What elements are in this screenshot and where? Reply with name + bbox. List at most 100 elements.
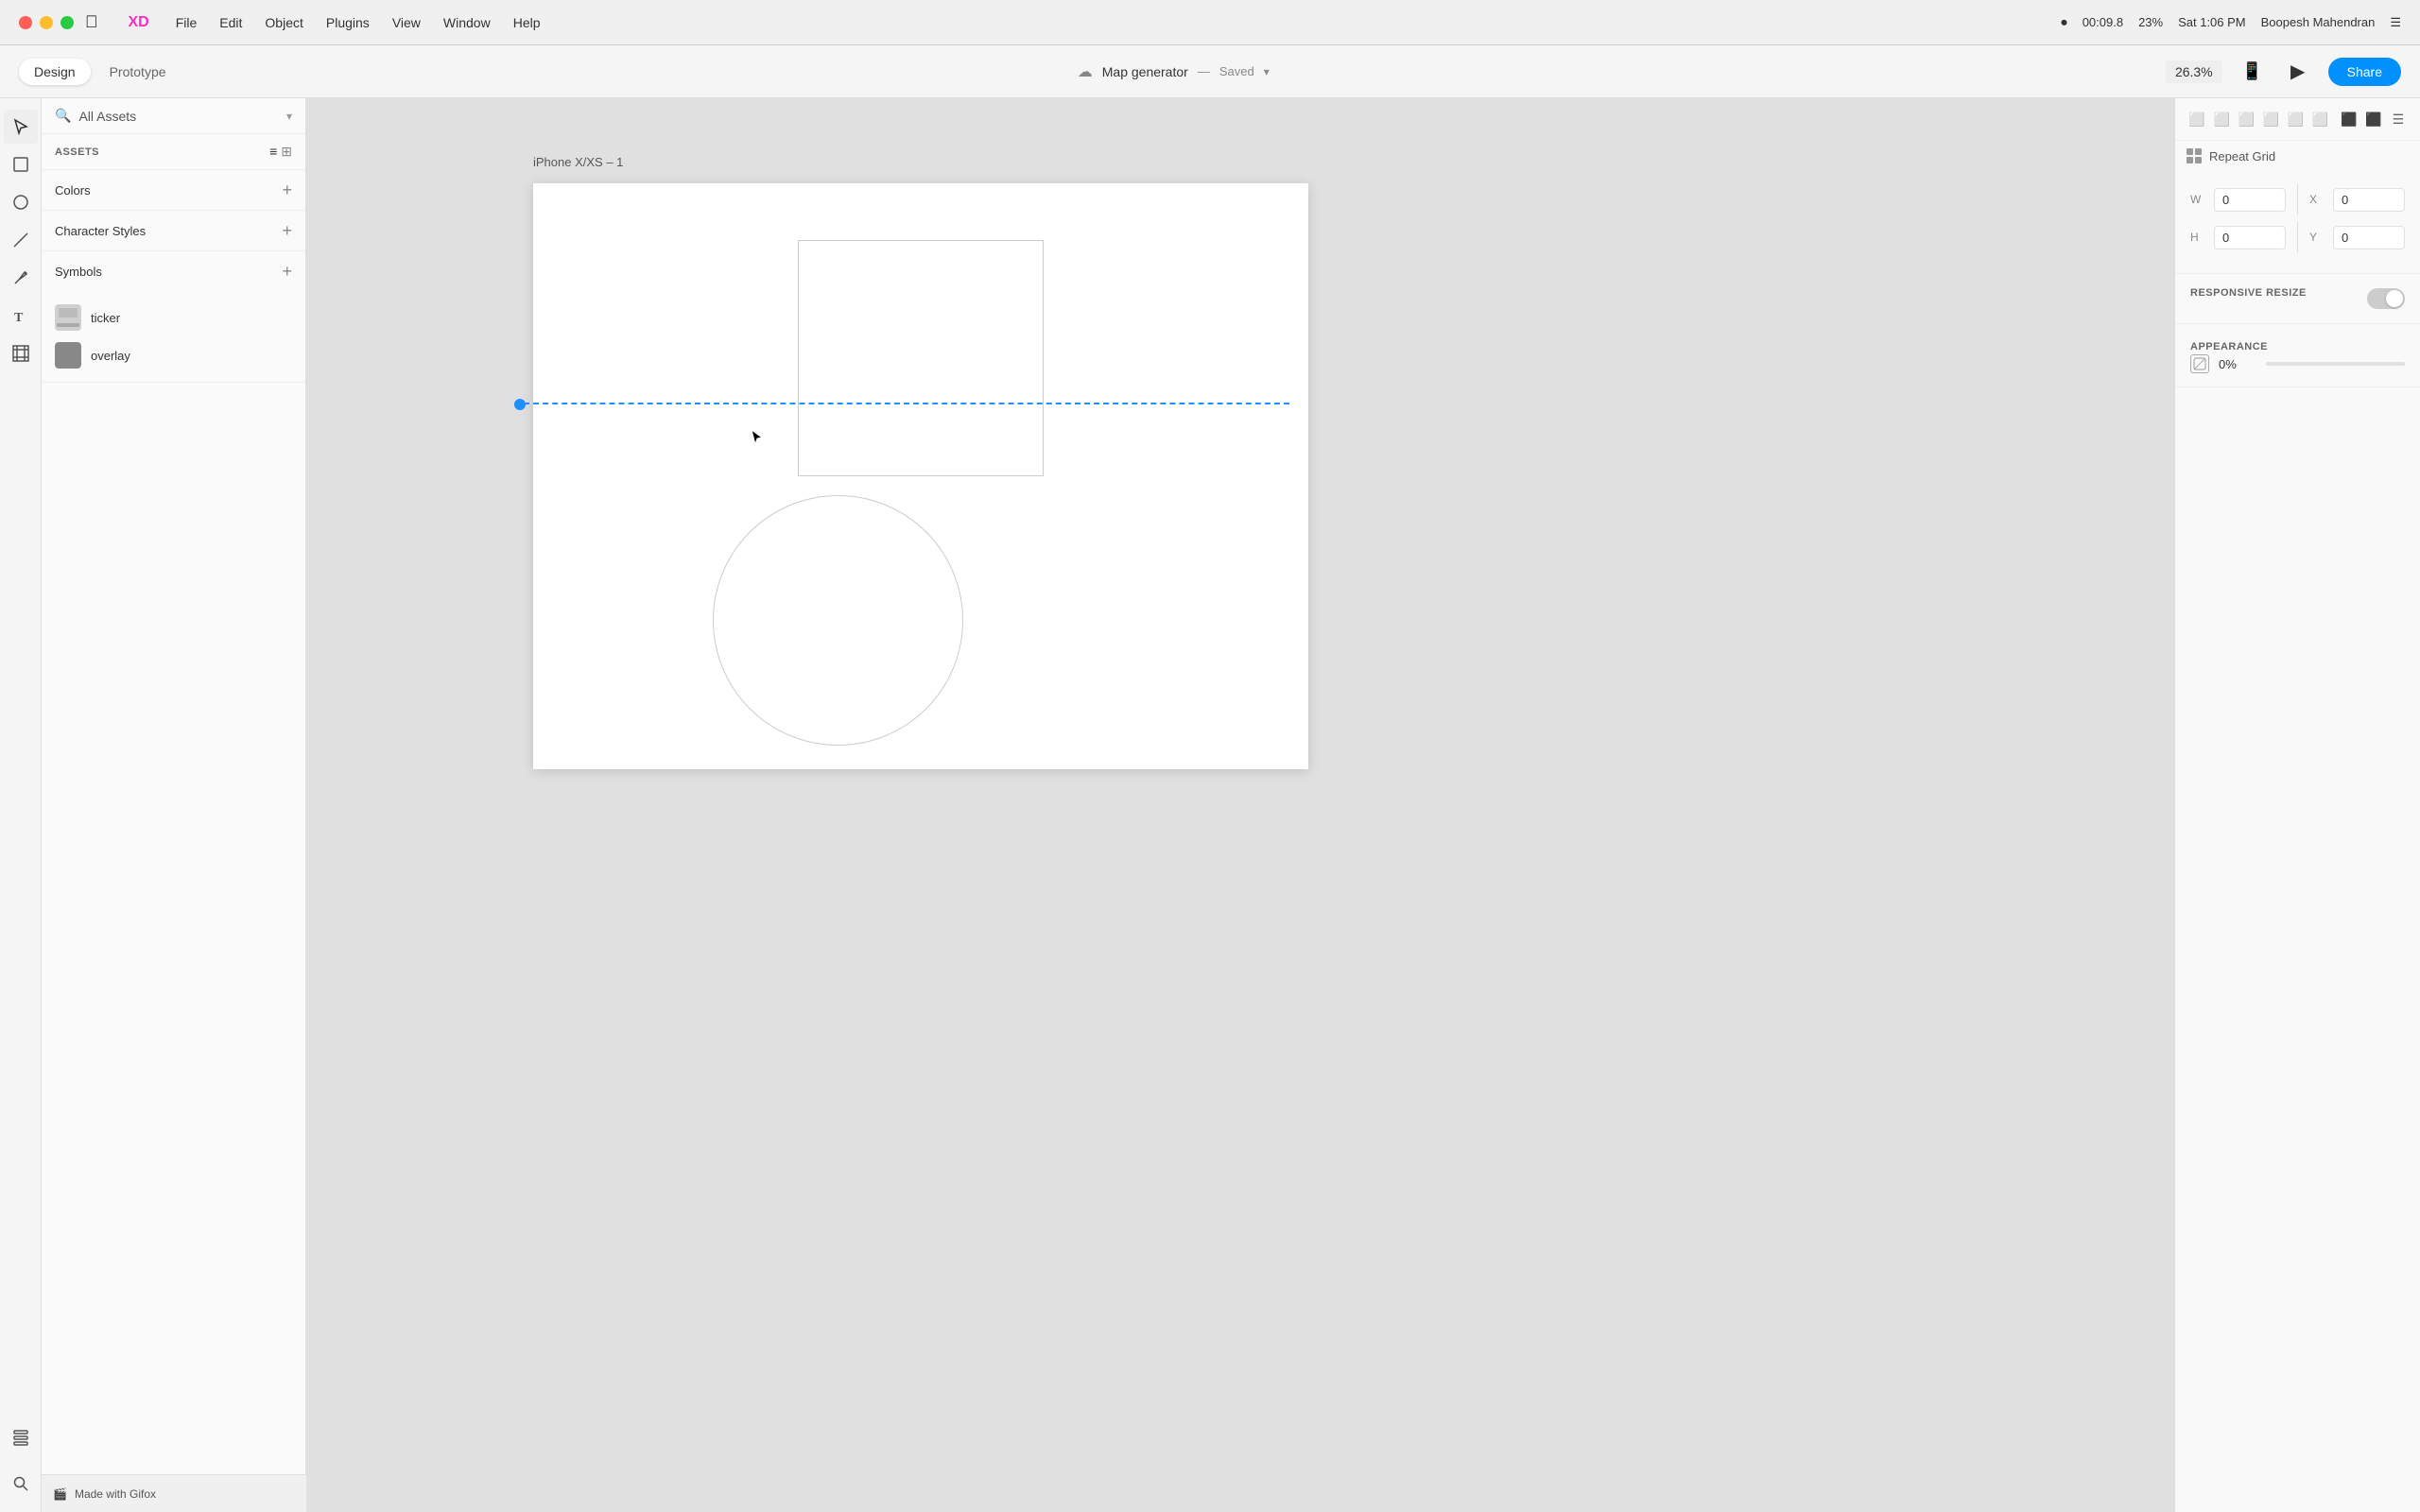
traffic-lights xyxy=(19,16,74,29)
menu-window[interactable]: Window xyxy=(443,15,491,30)
character-styles-header[interactable]: Character Styles + xyxy=(42,211,305,250)
toolbar: Design Prototype ☁ Map generator — Saved… xyxy=(0,45,2420,98)
list-item[interactable]: overlay xyxy=(55,336,292,374)
symbol-ticker-preview xyxy=(55,304,81,331)
cloud-icon: ☁ xyxy=(1078,62,1093,81)
grid-view-button[interactable]: ⊞ xyxy=(281,144,292,160)
play-icon[interactable]: ▶ xyxy=(2283,57,2313,87)
responsive-resize-section: RESPONSIVE RESIZE xyxy=(2175,274,2420,324)
rectangle-element[interactable] xyxy=(798,240,1044,476)
tab-prototype[interactable]: Prototype xyxy=(95,59,182,85)
tools-panel: T xyxy=(0,98,42,1512)
align-right-icon[interactable]: ⬜ xyxy=(2236,106,2256,132)
doc-title: Map generator xyxy=(1102,64,1188,79)
responsive-resize-toggle[interactable] xyxy=(2367,288,2405,309)
line-tool[interactable] xyxy=(4,223,38,257)
toolbar-right: 26.3% 📱 ▶ Share xyxy=(2166,57,2401,87)
symbol-ticker-label: ticker xyxy=(91,311,120,325)
x-input[interactable]: 0 xyxy=(2333,188,2405,212)
apple-logo:  xyxy=(85,12,98,32)
minimize-button[interactable] xyxy=(40,16,53,29)
repeat-grid-button[interactable]: Repeat Grid xyxy=(2175,141,2420,171)
pen-tool[interactable] xyxy=(4,261,38,295)
align-left-icon[interactable]: ⬜ xyxy=(2187,106,2207,132)
list-item[interactable]: ticker xyxy=(55,299,292,336)
artboard[interactable] xyxy=(533,183,1308,769)
gifox-icon: 🎬 xyxy=(53,1487,67,1501)
text-tool[interactable]: T xyxy=(4,299,38,333)
x-label: X xyxy=(2309,193,2324,206)
opacity-row: 0% xyxy=(2190,354,2405,373)
align-center-v-icon[interactable]: ⬜ xyxy=(2285,106,2306,132)
symbols-section-header[interactable]: Symbols + xyxy=(42,251,305,291)
menubar:  XD File Edit Object Plugins View Windo… xyxy=(0,0,2420,45)
maximize-button[interactable] xyxy=(60,16,74,29)
layers-panel-icon[interactable] xyxy=(4,1421,38,1455)
menu-view[interactable]: View xyxy=(392,15,421,30)
add-symbol-button[interactable]: + xyxy=(282,263,292,280)
align-center-h-icon[interactable]: ⬜ xyxy=(2211,106,2232,132)
device-preview-icon[interactable]: 📱 xyxy=(2238,57,2268,87)
menu-file[interactable]: File xyxy=(176,15,198,30)
align-bottom-icon[interactable]: ⬜ xyxy=(2310,106,2331,132)
select-tool[interactable] xyxy=(4,110,38,144)
colors-section: Colors + xyxy=(42,170,305,211)
assets-search-bar: 🔍 All Assets ▾ xyxy=(42,98,305,134)
search-tool[interactable] xyxy=(4,1467,38,1501)
tab-design[interactable]: Design xyxy=(19,59,91,85)
gifox-label: Made with Gifox xyxy=(75,1487,156,1501)
character-styles-title: Character Styles xyxy=(55,224,282,238)
list-view-button[interactable]: ≡ xyxy=(269,144,277,160)
guide-dot xyxy=(514,399,526,410)
battery: 23% xyxy=(2138,15,2163,29)
width-input[interactable]: 0 xyxy=(2214,188,2286,212)
share-button[interactable]: Share xyxy=(2328,58,2401,86)
datetime: Sat 1:06 PM xyxy=(2178,15,2246,29)
height-input[interactable]: 0 xyxy=(2214,226,2286,249)
divider2 xyxy=(2297,222,2298,252)
distribute-v-icon[interactable]: ⬛ xyxy=(2363,106,2384,132)
canvas-area[interactable]: iPhone X/XS – 1 xyxy=(306,98,2174,1512)
h-label: H xyxy=(2190,231,2204,244)
y-input[interactable]: 0 xyxy=(2333,226,2405,249)
menu-plugins[interactable]: Plugins xyxy=(326,15,370,30)
menu-object[interactable]: Object xyxy=(265,15,302,30)
status-chevron[interactable]: ▾ xyxy=(1264,65,1270,78)
artboard-label: iPhone X/XS – 1 xyxy=(533,155,623,169)
colors-section-header[interactable]: Colors + xyxy=(42,170,305,210)
recording-indicator: ⏺ xyxy=(2061,15,2067,30)
ellipse-tool[interactable] xyxy=(4,185,38,219)
repeat-grid-label: Repeat Grid xyxy=(2209,149,2275,163)
repeat-grid-icon xyxy=(2187,148,2202,163)
search-chevron-icon[interactable]: ▾ xyxy=(286,110,292,123)
rectangle-tool[interactable] xyxy=(4,147,38,181)
align-top-icon[interactable]: ⬜ xyxy=(2260,106,2281,132)
opacity-slider[interactable] xyxy=(2266,362,2405,366)
add-character-style-button[interactable]: + xyxy=(282,222,292,239)
doc-status: Saved xyxy=(1219,64,1254,78)
menu-edit[interactable]: Edit xyxy=(219,15,242,30)
timer: 00:09.8 xyxy=(2083,15,2123,29)
menu-help[interactable]: Help xyxy=(513,15,541,30)
menubar-left:  XD File Edit Object Plugins View Windo… xyxy=(85,12,1243,32)
add-color-button[interactable]: + xyxy=(282,181,292,198)
opacity-value: 0% xyxy=(2219,357,2256,371)
main-layout: T 🔍 All Assets ▾ ASSETS ≡ ⊞ xyxy=(0,98,2420,1512)
properties-panel: ⬜ ⬜ ⬜ ⬜ ⬜ ⬜ ⬛ ⬛ ☰ Repeat Grid W 0 xyxy=(2174,98,2420,1512)
circle-element[interactable] xyxy=(713,495,963,746)
zoom-control[interactable]: 26.3% xyxy=(2166,60,2222,83)
assets-panel: 🔍 All Assets ▾ ASSETS ≡ ⊞ Colors + Chara… xyxy=(42,98,306,1512)
dimensions-section: W 0 X 0 H 0 Y 0 xyxy=(2175,171,2420,274)
doc-separator: — xyxy=(1198,64,1210,78)
symbol-overlay-preview xyxy=(55,342,81,369)
close-button[interactable] xyxy=(19,16,32,29)
distribute-h-icon[interactable]: ⬛ xyxy=(2339,106,2360,132)
colors-section-title: Colors xyxy=(55,183,282,198)
props-toolbar: ⬜ ⬜ ⬜ ⬜ ⬜ ⬜ ⬛ ⬛ ☰ xyxy=(2175,98,2420,141)
more-options-icon[interactable]: ☰ xyxy=(2388,106,2409,132)
symbols-section-title: Symbols xyxy=(55,265,282,279)
search-label[interactable]: All Assets xyxy=(78,109,279,124)
artboard-tool[interactable] xyxy=(4,336,38,370)
menu-icon[interactable]: ☰ xyxy=(2390,15,2401,30)
y-label: Y xyxy=(2309,231,2324,244)
